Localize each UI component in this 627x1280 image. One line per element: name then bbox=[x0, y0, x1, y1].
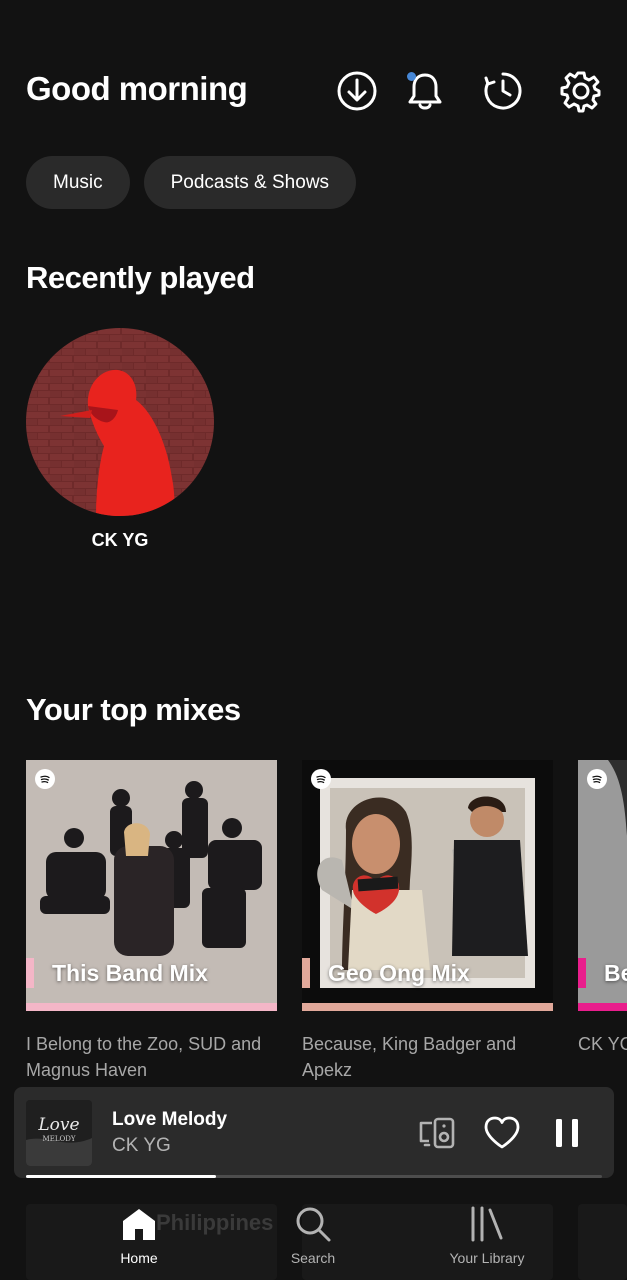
playback-progress-bar[interactable] bbox=[26, 1175, 602, 1178]
mix-label: Be bbox=[578, 958, 627, 988]
library-icon bbox=[471, 1206, 503, 1242]
bottom-navigation: Philippines Home Search Your Library bbox=[0, 1196, 627, 1280]
mix-card[interactable]: Geo Ong Mix Because, King Badger and Ape… bbox=[302, 760, 553, 1083]
connect-device-button[interactable] bbox=[416, 1112, 458, 1154]
home-icon bbox=[123, 1209, 155, 1240]
svg-text:Love: Love bbox=[37, 1115, 79, 1135]
now-playing-artist: CK YG bbox=[112, 1135, 171, 1156]
header: Good morning bbox=[26, 64, 606, 120]
chip-podcasts-shows[interactable]: Podcasts & Shows bbox=[143, 156, 357, 209]
artist-name: CK YG bbox=[91, 530, 149, 550]
heart-icon bbox=[484, 1116, 520, 1149]
nav-library-label: Your Library bbox=[449, 1250, 525, 1266]
downloads-button[interactable] bbox=[334, 68, 380, 114]
mix-title: Geo Ong Mix bbox=[328, 959, 470, 986]
mix-title: Be bbox=[604, 959, 627, 986]
spotify-logo-icon bbox=[35, 769, 55, 789]
spotify-logo-icon bbox=[587, 769, 607, 789]
clock-history-icon bbox=[484, 72, 522, 110]
nav-home[interactable]: Home bbox=[79, 1204, 199, 1266]
mix-accent-bar bbox=[578, 958, 586, 988]
mix-description: Because, King Badger and Apekz bbox=[302, 1034, 517, 1080]
mix-card[interactable]: This Band Mix I Belong to the Zoo, SUD a… bbox=[26, 760, 277, 1083]
devices-icon bbox=[419, 1117, 455, 1149]
mix-cover: This Band Mix bbox=[26, 760, 277, 1011]
pause-icon bbox=[556, 1119, 578, 1147]
notification-dot bbox=[407, 72, 416, 81]
filter-chips: Music Podcasts & Shows bbox=[26, 156, 357, 209]
like-button[interactable] bbox=[481, 1112, 523, 1154]
recently-played-title: Recently played bbox=[26, 260, 255, 295]
mix-cover: Geo Ong Mix bbox=[302, 760, 553, 1011]
playback-progress-fill bbox=[26, 1175, 217, 1178]
mix-description: I Belong to the Zoo, SUD and Magnus Have… bbox=[26, 1034, 262, 1080]
gear-icon bbox=[560, 71, 601, 113]
nav-home-label: Home bbox=[120, 1250, 158, 1266]
mini-player[interactable]: Love MELODY Love Melody CK YG bbox=[14, 1087, 614, 1178]
chip-music[interactable]: Music bbox=[26, 156, 130, 209]
greeting-title: Good morning bbox=[26, 70, 248, 107]
artist-image bbox=[26, 328, 214, 516]
notifications-button[interactable] bbox=[402, 68, 448, 114]
pause-button[interactable] bbox=[546, 1112, 588, 1154]
mix-accent-bar bbox=[302, 958, 310, 988]
mix-label: Geo Ong Mix bbox=[302, 958, 470, 988]
background-tile bbox=[578, 1204, 627, 1280]
mix-accent-strip bbox=[302, 1003, 553, 1011]
mix-accent-strip bbox=[578, 1003, 627, 1011]
mix-label: This Band Mix bbox=[26, 958, 208, 988]
mix-accent-bar bbox=[26, 958, 34, 988]
settings-button[interactable] bbox=[558, 68, 604, 114]
mix-card[interactable]: Be CK YG and T bbox=[578, 760, 627, 1057]
recents-button[interactable] bbox=[480, 68, 526, 114]
search-icon bbox=[296, 1207, 331, 1242]
mix-description: CK YG and T bbox=[578, 1034, 627, 1054]
nav-search-label: Search bbox=[290, 1250, 336, 1266]
now-playing-title: Love Melody bbox=[112, 1109, 228, 1130]
recent-item-artist[interactable]: CK YG bbox=[26, 328, 214, 551]
mix-title: This Band Mix bbox=[52, 959, 208, 986]
nav-your-library[interactable]: Your Library bbox=[427, 1204, 547, 1266]
svg-text:MELODY: MELODY bbox=[43, 1135, 76, 1143]
top-mixes-title: Your top mixes bbox=[26, 692, 241, 727]
nav-search[interactable]: Search bbox=[253, 1204, 373, 1266]
download-icon bbox=[337, 71, 377, 111]
now-playing-artwork: Love MELODY bbox=[26, 1100, 92, 1166]
spotify-logo-icon bbox=[311, 769, 331, 789]
mix-cover: Be bbox=[578, 760, 627, 1011]
mix-accent-strip bbox=[26, 1003, 277, 1011]
